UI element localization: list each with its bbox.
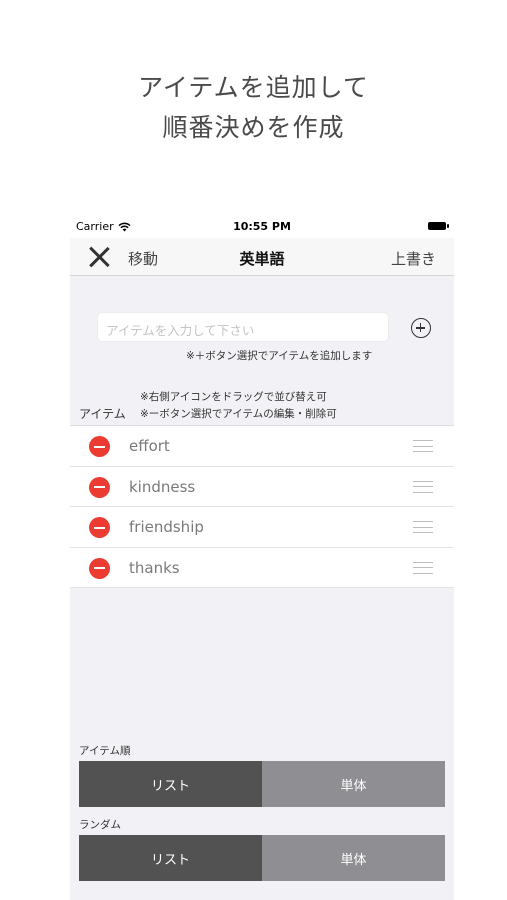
overwrite-button[interactable]: 上書き xyxy=(391,248,436,269)
item-order-list-option[interactable]: リスト xyxy=(79,761,262,807)
navigation-bar: 移動 英単語 上書き xyxy=(70,238,454,276)
delete-icon[interactable] xyxy=(89,436,110,457)
item-order-single-option[interactable]: 単体 xyxy=(262,761,445,807)
clock: 10:55 PM xyxy=(233,220,291,233)
delete-icon[interactable] xyxy=(89,517,110,538)
random-label: ランダム xyxy=(79,819,121,831)
edit-hint: ※ーボタン選択でアイテムの編集・削除可 xyxy=(140,408,337,420)
promo-caption: アイテムを追加して 順番決めを作成 xyxy=(0,68,507,148)
status-bar: Carrier 10:55 PM xyxy=(70,214,454,238)
add-hint: ※＋ボタン選択でアイテムを追加します xyxy=(186,350,373,362)
drag-hint: ※右側アイコンをドラッグで並び替え可 xyxy=(140,391,327,403)
list-item[interactable]: effort xyxy=(70,426,454,467)
promo-line-1: アイテムを追加して xyxy=(138,73,369,102)
item-list: effort kindness friendship thanks xyxy=(70,425,454,588)
drag-handle-icon[interactable] xyxy=(413,440,433,452)
item-label: friendship xyxy=(129,518,204,536)
item-order-label: アイテム順 xyxy=(79,745,131,757)
item-order-segmented-control: リスト 単体 xyxy=(79,761,445,807)
random-list-option[interactable]: リスト xyxy=(79,835,262,881)
item-label: effort xyxy=(129,437,170,455)
battery-icon xyxy=(428,222,449,230)
promo-line-2: 順番決めを作成 xyxy=(162,113,345,142)
random-segmented-control: リスト 単体 xyxy=(79,835,445,881)
item-label: thanks xyxy=(129,558,180,577)
delete-icon[interactable] xyxy=(89,476,110,498)
items-header: アイテム xyxy=(79,407,126,421)
item-input[interactable]: アイテムを入力して下さい xyxy=(97,312,389,342)
drag-handle-icon[interactable] xyxy=(413,561,433,574)
app-screen: Carrier 10:55 PM 移動 英単語 上書き アイテムを入力して下さい… xyxy=(70,214,454,900)
delete-icon[interactable] xyxy=(89,557,110,579)
drag-handle-icon[interactable] xyxy=(413,480,433,493)
add-circle-icon[interactable] xyxy=(411,318,431,338)
drag-handle-icon[interactable] xyxy=(413,521,433,533)
list-item[interactable]: thanks xyxy=(70,548,454,588)
item-label: kindness xyxy=(129,477,196,496)
list-item[interactable]: friendship xyxy=(70,507,454,548)
list-item[interactable]: kindness xyxy=(70,467,454,507)
random-single-option[interactable]: 単体 xyxy=(262,835,445,881)
